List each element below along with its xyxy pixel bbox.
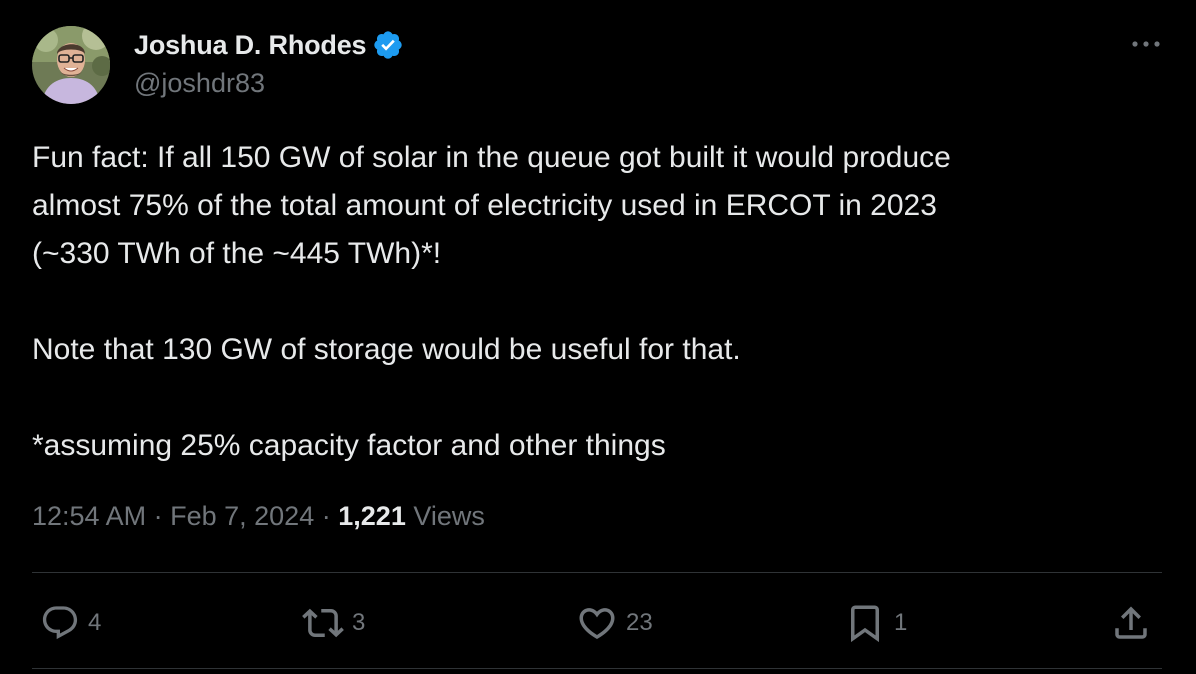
action-bar: 4 3 23 1 [32,596,1162,650]
views-label[interactable]: Views [413,501,485,531]
bookmark-icon [851,605,879,643]
tweet-time[interactable]: 12:54 AM [32,501,146,531]
tweet-paragraph: *assuming 25% capacity factor and other … [32,422,1152,470]
divider-bottom [32,668,1162,669]
tweet: Joshua D. Rhodes @joshdr83 Fun fact: If … [0,0,1196,674]
like-count: 23 [626,609,653,636]
meta-separator: · [153,501,163,531]
meta-separator: · [321,501,331,531]
reply-bubble-icon [42,606,78,640]
verified-badge-icon[interactable] [372,29,404,61]
like-button[interactable]: 23 [576,596,653,650]
divider-top [32,572,1162,573]
tweet-paragraph: Fun fact: If all 150 GW of solar in the … [32,134,1152,278]
repost-arrows-icon [302,608,344,638]
more-options-button[interactable] [1128,30,1164,58]
repost-button[interactable]: 3 [302,596,365,650]
share-upload-icon [1115,606,1147,639]
avatar[interactable] [32,26,110,104]
author-handle[interactable]: @joshdr83 [134,68,265,99]
views-count[interactable]: 1,221 [338,501,406,531]
repost-count: 3 [352,609,366,636]
tweet-line: almost 75% of the total amount of electr… [32,189,937,222]
tweet-paragraph: Note that 130 GW of storage would be use… [32,326,1152,374]
tweet-line: (~330 TWh of the ~445 TWh)*! [32,237,442,270]
tweet-text: Fun fact: If all 150 GW of solar in the … [32,134,1152,470]
reply-button[interactable]: 4 [40,596,101,650]
tweet-line: *assuming 25% capacity factor and other … [32,429,666,462]
tweet-meta: 12:54 AM · Feb 7, 2024 · 1,221 Views [32,501,485,532]
share-button[interactable] [1110,596,1152,650]
tweet-line: Fun fact: If all 150 GW of solar in the … [32,141,951,174]
author-display-name[interactable]: Joshua D. Rhodes [134,30,367,61]
more-dots-icon [1132,41,1160,47]
tweet-line: Note that 130 GW of storage would be use… [32,333,741,366]
bookmark-button[interactable]: 1 [844,596,907,650]
tweet-date[interactable]: Feb 7, 2024 [170,501,314,531]
heart-icon [579,608,615,640]
reply-count: 4 [88,609,102,636]
bookmark-count: 1 [894,609,908,636]
avatar-image [32,26,110,104]
author-name-row[interactable]: Joshua D. Rhodes [134,28,404,62]
